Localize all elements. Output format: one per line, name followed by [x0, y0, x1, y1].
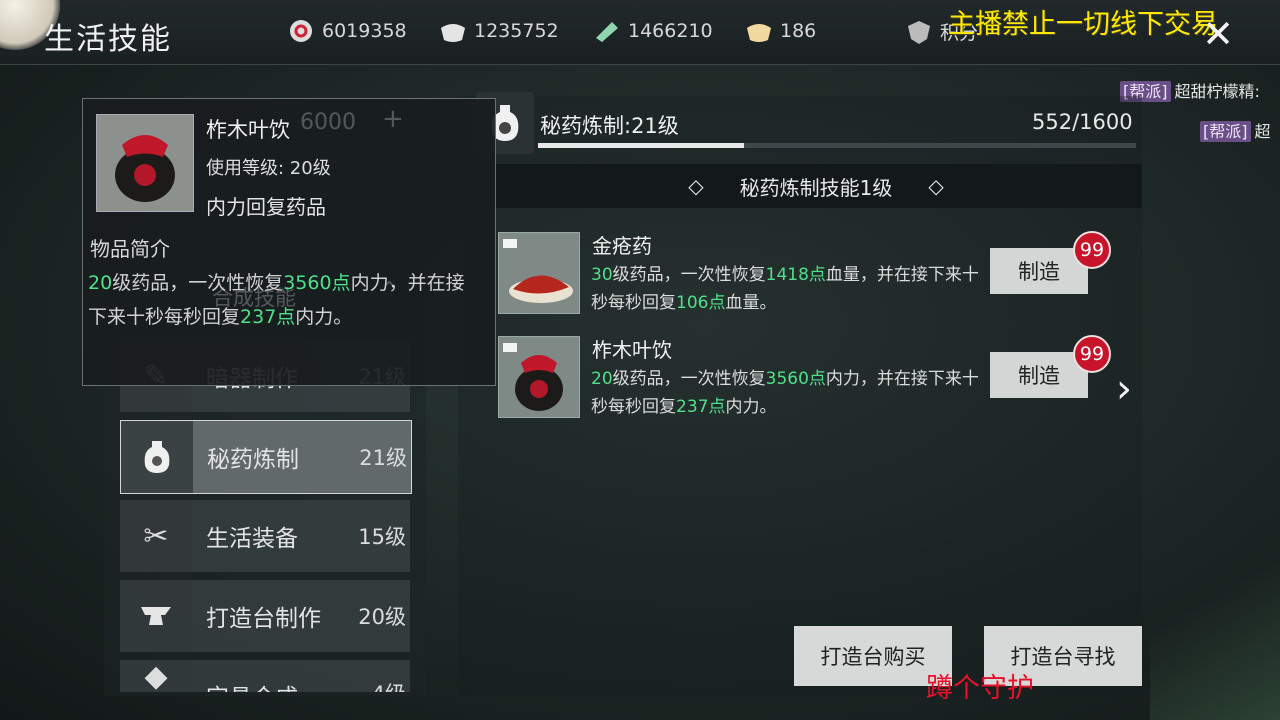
recipe-description: 20级药品，一次性恢复3560点内力，并在接下来十秒每秒回复237点内力。: [591, 365, 991, 421]
tooltip-item-type: 内力回复药品: [206, 195, 326, 219]
points-shield-icon: [908, 20, 930, 44]
desc-part: 内力。: [725, 397, 777, 417]
close-button[interactable]: ✕: [1196, 12, 1240, 56]
currency-value: 1466210: [628, 20, 713, 42]
desc-part: 20: [591, 369, 613, 389]
sidebar-item-life-equipment[interactable]: ✂ 生活装备 15级: [120, 500, 410, 572]
page-title: 生活技能: [44, 22, 172, 57]
ghost-value: 6000: [300, 110, 356, 135]
currency-silver-ingot: 1235752: [438, 18, 559, 44]
sidebar-item-label: 生活装备: [206, 526, 298, 552]
gem-icon: ◆: [120, 660, 192, 692]
sidebar-item-label: 打造台制作: [206, 606, 321, 632]
currency-gold-ingot: 186: [744, 18, 816, 44]
desc-part: 血量。: [725, 293, 777, 313]
tooltip-description: 20级药品，一次性恢复3560点内力，并在接下来十秒每秒回复237点内力。: [88, 266, 480, 334]
desc-part: 20: [88, 272, 113, 294]
skill-progress-text: 552/1600: [1032, 110, 1133, 134]
diamond-icon: ◇: [928, 174, 944, 198]
sidebar-item-label: 宝具合成: [192, 660, 372, 692]
streamer-notice: 主播禁止一切线下交易: [948, 9, 1218, 40]
desc-part: 级药品，一次性恢复: [112, 272, 284, 294]
tooltip-section-title: 物品简介: [90, 237, 170, 261]
sidebar-item-treasure[interactable]: ◆ 宝具合成 4级: [120, 660, 410, 692]
diamond-icon: ◇: [688, 174, 704, 198]
wine-jar-icon: [499, 337, 579, 417]
desc-part: 1418点: [765, 265, 826, 285]
desc-part: 内力。: [295, 306, 353, 328]
gold-ingot-icon: [747, 24, 771, 42]
chat-text: 超甜柠檬精:: [1174, 82, 1260, 101]
sidebar-item-level: 4级: [372, 660, 410, 692]
tooltip-item-thumbnail: [96, 114, 194, 212]
recipe-name: 金疮药: [592, 234, 652, 258]
wine-jar-icon: [97, 115, 193, 211]
jade-icon: [596, 22, 618, 42]
currency-value: 6019358: [322, 20, 407, 42]
sidebar-item-level: 21级: [359, 446, 407, 470]
desc-part: 3560点: [765, 369, 826, 389]
desc-part: 3560点: [283, 272, 351, 294]
currency-value: 1235752: [474, 20, 559, 42]
leaf-decoration: [1150, 560, 1280, 720]
section-title: 秘药炼制技能1级: [739, 175, 893, 200]
currency-jade: 1466210: [592, 18, 713, 44]
recipe-item-thumbnail[interactable]: [498, 336, 580, 418]
count-badge: 99: [1073, 231, 1111, 269]
powder-bowl-icon: [499, 233, 579, 313]
currency-value: 186: [780, 20, 817, 42]
sidebar-item-forge[interactable]: 打造台制作 20级: [120, 580, 410, 652]
recipe-name: 柞木叶饮: [592, 338, 672, 362]
chat-channel-tag: [帮派]: [1200, 121, 1251, 142]
desc-part: 级药品，一次性恢复: [612, 265, 766, 285]
silver-coin-icon: [290, 20, 312, 42]
sidebar-item-label: 秘药炼制: [207, 447, 299, 473]
desc-part: 237点: [240, 306, 296, 328]
desc-part: 级药品，一次性恢复: [612, 369, 766, 389]
desc-part: 106点: [676, 293, 726, 313]
recipe-section-header: ◇ 秘药炼制技能1级 ◇: [490, 164, 1142, 208]
guard-overlay-text: 蹲个守护: [926, 673, 1034, 704]
tooltip-use-level: 使用等级: 20级: [206, 158, 331, 179]
medicine-bottle-icon: [121, 421, 193, 493]
anvil-icon: [120, 580, 192, 652]
chat-line[interactable]: [帮派] 超: [1200, 118, 1271, 142]
skill-level-title: 秘药炼制:21级: [540, 114, 679, 138]
currency-silver-coin: 6019358: [286, 18, 407, 44]
sidebar-item-level: 15级: [358, 525, 406, 549]
sidebar-item-medicine[interactable]: 秘药炼制 21级: [120, 420, 412, 494]
silver-ingot-icon: [441, 24, 465, 42]
plus-icon: +: [382, 104, 404, 134]
next-page-arrow-icon[interactable]: ›: [1116, 366, 1132, 412]
desc-part: 237点: [676, 397, 726, 417]
desc-part: 30: [591, 265, 613, 285]
sidebar-item-level: 20级: [358, 605, 406, 629]
count-badge: 99: [1073, 335, 1111, 373]
scissors-icon: ✂: [120, 500, 192, 572]
skill-progress-fill: [538, 143, 744, 148]
recipe-description: 30级药品，一次性恢复1418点血量，并在接下来十秒每秒回复106点血量。: [591, 261, 991, 317]
close-icon: ✕: [1202, 12, 1234, 56]
recipe-item-thumbnail[interactable]: [498, 232, 580, 314]
chat-text: 超: [1254, 122, 1271, 141]
tooltip-item-name: 柞木叶饮: [206, 118, 290, 142]
